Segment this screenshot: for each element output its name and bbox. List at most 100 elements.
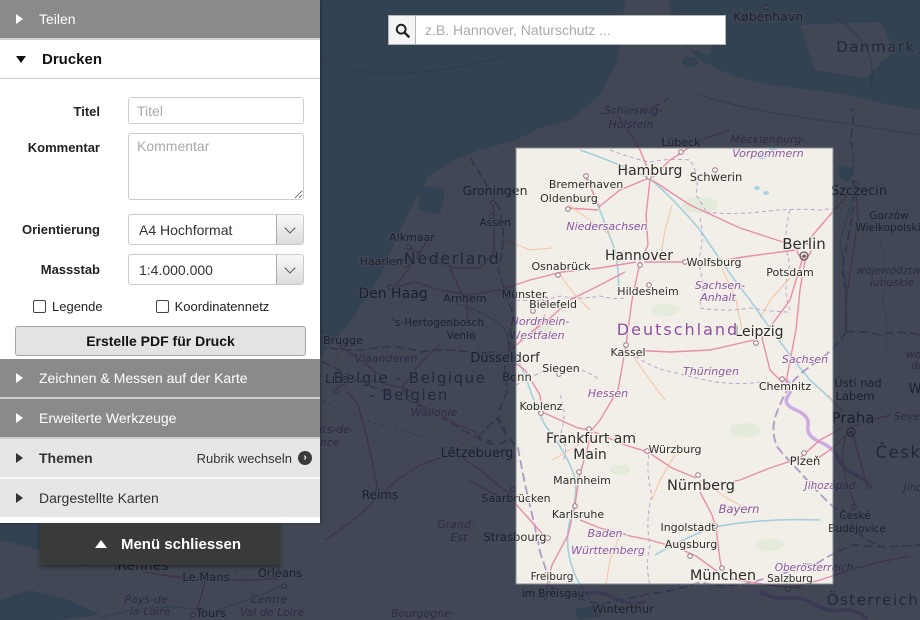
- svg-text:Venlo: Venlo: [447, 330, 476, 342]
- koordinatennetz-label: Koordinatennetz: [175, 299, 270, 314]
- svg-text:Orléans: Orléans: [258, 566, 302, 580]
- svg-text:'s-Hertogenbosch: 's-Hertogenbosch: [392, 317, 484, 329]
- svg-text:Schleswig-: Schleswig-: [604, 104, 663, 117]
- svg-text:Grand-: Grand-: [437, 518, 475, 531]
- svg-text:Mannheim: Mannheim: [553, 474, 611, 487]
- menu-close-label: Menü schliessen: [121, 536, 241, 553]
- accordion-themen-label: Themen: [39, 450, 93, 466]
- svg-text:im Breisgau: im Breisgau: [522, 588, 584, 600]
- svg-text:Hannover: Hannover: [605, 248, 673, 264]
- titel-input[interactable]: [128, 97, 304, 124]
- chevron-right-icon: [16, 453, 23, 463]
- svg-text:Schwerin: Schwerin: [690, 170, 743, 184]
- svg-text:Vorpommern: Vorpommern: [732, 147, 804, 160]
- svg-text:Gorzów: Gorzów: [869, 210, 909, 222]
- svg-text:Le Mans: Le Mans: [182, 570, 229, 584]
- chevron-down-icon: [284, 262, 295, 273]
- massstab-select[interactable]: 1:4.000.000: [128, 254, 304, 285]
- svg-text:Osnabrück: Osnabrück: [532, 260, 592, 273]
- svg-text:Wrocław: Wrocław: [909, 382, 920, 397]
- svg-text:Bonn: Bonn: [502, 370, 532, 384]
- accordion-zeichnen-messen[interactable]: Zeichnen & Messen auf der Karte: [0, 359, 320, 399]
- accordion-group: Zeichnen & Messen auf der Karte Erweiter…: [0, 359, 320, 519]
- chevron-down-icon: [16, 56, 26, 63]
- titel-label: Titel: [0, 97, 100, 124]
- svg-text:Westfalen: Westfalen: [509, 329, 564, 342]
- search-button[interactable]: [388, 15, 416, 45]
- svg-text:Frankfurt am: Frankfurt am: [546, 431, 636, 447]
- accordion-erweiterte-werkzeuge[interactable]: Erweiterte Werkzeuge: [0, 399, 320, 439]
- svg-text:Plzeň: Plzeň: [790, 454, 821, 468]
- chevron-right-icon: [16, 373, 23, 383]
- menu-close-button[interactable]: Menü schliessen: [40, 523, 280, 565]
- svg-text:Lëtzebuerg: Lëtzebuerg: [441, 446, 514, 461]
- chevron-right-icon: [16, 413, 23, 423]
- svg-text:München: München: [690, 568, 756, 584]
- svg-text:Vlaanderen: Vlaanderen: [354, 352, 417, 365]
- svg-text:Lübeck: Lübeck: [661, 136, 701, 149]
- svg-text:Freiburg: Freiburg: [531, 571, 574, 583]
- accordion-drucken[interactable]: Drucken: [0, 40, 320, 79]
- koordinatennetz-checkbox[interactable]: [156, 300, 169, 313]
- accordion-themen[interactable]: Themen Rubrik wechseln ›: [0, 439, 320, 479]
- svg-text:Budějovice: Budějovice: [828, 523, 886, 535]
- svg-text:České: České: [839, 509, 870, 522]
- orientierung-select[interactable]: A4 Hochformat: [128, 214, 304, 245]
- svg-text:Baden-: Baden-: [588, 527, 627, 540]
- svg-text:Belgie - Belgique: Belgie - Belgique: [334, 369, 487, 387]
- svg-text:Praha: Praha: [832, 409, 875, 427]
- massstab-select-arrow[interactable]: [276, 255, 303, 284]
- svg-text:województwo: województwo: [857, 265, 920, 277]
- search-input[interactable]: [416, 15, 726, 45]
- svg-text:Württemberg: Württemberg: [571, 544, 645, 557]
- chevron-up-icon: [95, 540, 107, 548]
- svg-text:Groningen: Groningen: [462, 183, 527, 198]
- svg-text:Salzburg: Salzburg: [767, 573, 813, 585]
- svg-text:Strasbourg: Strasbourg: [483, 530, 546, 544]
- svg-text:Ústí nad: Ústí nad: [834, 375, 881, 390]
- orientierung-select-arrow[interactable]: [276, 215, 303, 244]
- create-pdf-button[interactable]: Erstelle PDF für Druck: [15, 326, 306, 356]
- legende-checkbox[interactable]: [33, 300, 46, 313]
- svg-text:Severozápad: Severozápad: [894, 411, 920, 423]
- kommentar-input[interactable]: [128, 133, 304, 200]
- accordion-teilen[interactable]: Teilen: [0, 0, 320, 40]
- svg-text:Nürnberg: Nürnberg: [667, 478, 735, 494]
- svg-text:Bielefeld: Bielefeld: [529, 298, 577, 311]
- svg-text:Anhalt: Anhalt: [699, 291, 736, 304]
- svg-text:Danmark: Danmark: [836, 38, 915, 56]
- chevron-right-icon: [16, 14, 23, 24]
- arrow-right-circle-icon: ›: [298, 451, 312, 465]
- accordion-dargestellte-label: Dargestellte Karten: [39, 490, 159, 506]
- svg-text:Main: Main: [573, 447, 606, 463]
- svg-text:Düsseldorf: Düsseldorf: [470, 351, 540, 366]
- accordion-dargestellte-karten[interactable]: Dargestellte Karten: [0, 479, 320, 519]
- svg-text:Brugge: Brugge: [323, 334, 363, 347]
- svg-text:Wolfsburg: Wolfsburg: [687, 256, 742, 269]
- svg-text:Winterthur: Winterthur: [592, 602, 654, 616]
- orientierung-value: A4 Hochformat: [129, 222, 276, 238]
- svg-text:Kassel: Kassel: [610, 346, 645, 359]
- svg-text:Hamburg: Hamburg: [618, 163, 683, 179]
- search-icon: [395, 23, 410, 38]
- svg-text:Centre-: Centre-: [251, 593, 292, 606]
- svg-text:Berlin: Berlin: [782, 235, 826, 253]
- svg-text:Würzburg: Würzburg: [648, 443, 701, 456]
- rubrik-wechseln-link[interactable]: Rubrik wechseln ›: [197, 451, 312, 466]
- svg-text:Saarbrücken: Saarbrücken: [481, 492, 550, 505]
- svg-text:Česko: Česko: [876, 443, 920, 462]
- svg-text:Oldenburg: Oldenburg: [540, 192, 598, 205]
- svg-text:Thüringen: Thüringen: [683, 365, 739, 378]
- checkbox-row: Legende Koordinatennetz: [33, 299, 304, 314]
- svg-text:Wallonie: Wallonie: [411, 406, 458, 419]
- svg-text:Tours: Tours: [195, 606, 226, 620]
- svg-text:Jihovýchod: Jihovýchod: [901, 482, 920, 494]
- svg-text:Koblenz: Koblenz: [520, 400, 563, 413]
- svg-text:Reims: Reims: [362, 488, 398, 502]
- svg-text:Den Haag: Den Haag: [358, 286, 427, 302]
- chevron-down-icon: [284, 222, 295, 233]
- kommentar-label: Kommentar: [0, 133, 100, 205]
- svg-text:Sachsen: Sachsen: [782, 353, 828, 366]
- print-form: Titel Kommentar Orientierung A4 Hochform…: [0, 79, 320, 356]
- accordion-erweiterte-label: Erweiterte Werkzeuge: [39, 410, 176, 426]
